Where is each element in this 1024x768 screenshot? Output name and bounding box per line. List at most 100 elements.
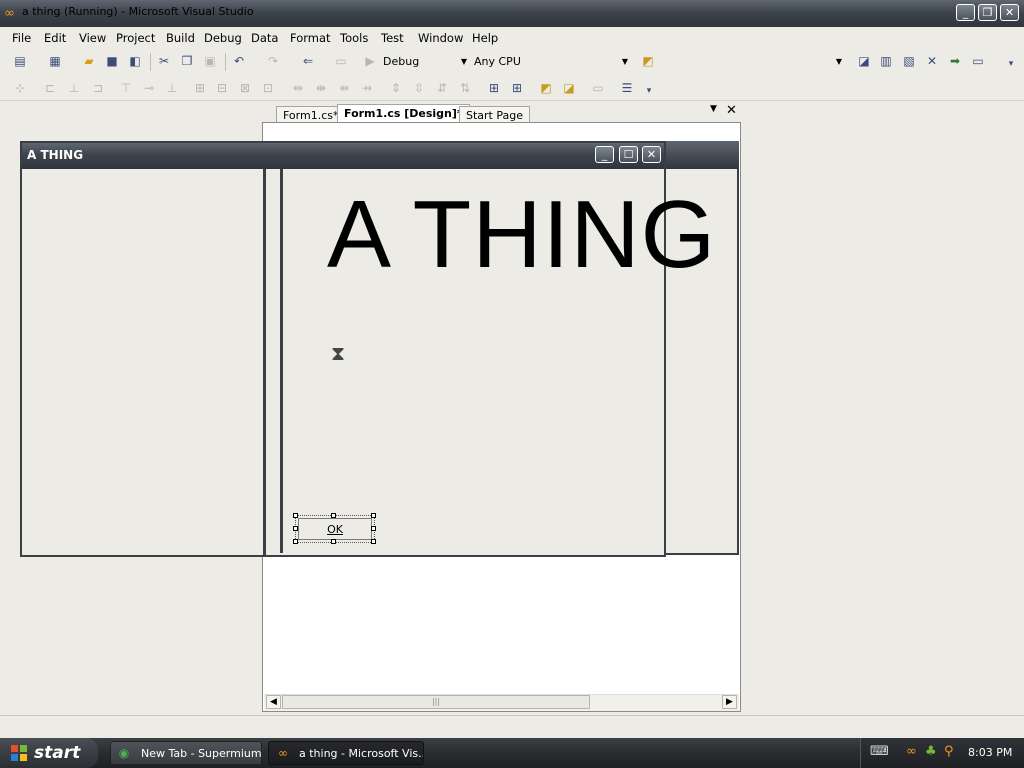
find-in-files-icon[interactable]: ◩ (640, 53, 656, 69)
decrease-h-spacing-icon[interactable]: ⇻ (336, 80, 352, 96)
cut-icon[interactable]: ✂ (156, 53, 172, 69)
align-middles-icon[interactable]: ⊸ (141, 80, 157, 96)
solution-explorer-icon[interactable]: ◪ (856, 53, 872, 69)
resize-handle[interactable] (331, 513, 336, 518)
resize-handle[interactable] (371, 513, 376, 518)
align-centers-icon[interactable]: ⊥ (66, 80, 82, 96)
navigate-forward-icon[interactable]: ▭ (333, 53, 349, 69)
taskbar-item-browser[interactable]: New Tab - Supermium (110, 741, 262, 765)
toolbar-overflow-icon[interactable]: ▾ (641, 83, 657, 99)
app-titlebar[interactable] (22, 143, 664, 169)
close-document-icon[interactable]: ✕ (726, 103, 737, 118)
center-vertically-icon[interactable]: ⊞ (509, 80, 525, 96)
undo-icon[interactable]: ↶ (231, 53, 247, 69)
app-close-button[interactable]: ✕ (642, 146, 661, 163)
find-combo[interactable]: ▼ (660, 53, 845, 70)
resize-handle[interactable] (293, 526, 298, 531)
search-icon[interactable]: ⚲ (944, 745, 954, 759)
menu-format[interactable]: Format (290, 31, 331, 45)
center-horizontally-icon[interactable]: ⊞ (486, 80, 502, 96)
keyboard-icon[interactable]: ⌨ (870, 745, 889, 759)
ok-button[interactable]: OK (298, 518, 372, 540)
copy-icon[interactable]: ❐ (179, 53, 195, 69)
scroll-right-icon[interactable]: ▶ (722, 695, 737, 709)
resize-handle[interactable] (293, 539, 298, 544)
open-folder-icon[interactable]: ▰ (81, 53, 97, 69)
make-same-size-icon[interactable]: ⊠ (237, 80, 253, 96)
menu-tools[interactable]: Tools (340, 31, 368, 45)
menu-file[interactable]: File (12, 31, 31, 45)
network-icon[interactable]: ♣ (925, 745, 937, 759)
menu-debug[interactable]: Debug (204, 31, 242, 45)
horizontal-spacing-icon[interactable]: ⇹ (290, 80, 306, 96)
clock[interactable]: 8:03 PM (968, 746, 1012, 759)
resize-handle[interactable] (371, 539, 376, 544)
size-to-grid-icon[interactable]: ⊡ (260, 80, 276, 96)
big-title-label[interactable]: A THING (327, 180, 716, 290)
decrease-v-spacing-icon[interactable]: ⇵ (434, 80, 450, 96)
close-button[interactable]: ✕ (1000, 4, 1019, 21)
increase-h-spacing-icon[interactable]: ⇼ (313, 80, 329, 96)
command-window-icon[interactable]: ▭ (970, 53, 986, 69)
app-maximize-button[interactable]: ☐ (619, 146, 638, 163)
menu-edit[interactable]: Edit (44, 31, 66, 45)
toolbox-icon[interactable]: ✕ (924, 53, 940, 69)
remove-h-spacing-icon[interactable]: ⇸ (359, 80, 375, 96)
solution-config-combo[interactable]: Debug ▼ (380, 53, 470, 70)
make-same-height-icon[interactable]: ⊟ (214, 80, 230, 96)
add-item-icon[interactable]: ▦ (47, 53, 63, 69)
taskbar-item-vs[interactable]: a thing - Microsoft Vis... (268, 741, 424, 765)
menu-help[interactable]: Help (472, 31, 498, 45)
tab-start-page[interactable]: Start Page (459, 106, 530, 123)
start-page-icon[interactable]: ➡ (947, 53, 963, 69)
status-bar (0, 715, 1024, 739)
menu-project[interactable]: Project (116, 31, 155, 45)
vertical-spacing-icon[interactable]: ⇕ (388, 80, 404, 96)
minimize-button[interactable]: _ (956, 4, 975, 21)
resize-handle[interactable] (371, 526, 376, 531)
toolbar-overflow-icon[interactable]: ▾ (1003, 56, 1019, 72)
bring-to-front-icon[interactable]: ◩ (538, 80, 554, 96)
properties-window-icon[interactable]: ▥ (878, 53, 894, 69)
toolbar-separator (225, 53, 226, 71)
app-minimize-button[interactable]: _ (595, 146, 614, 163)
menu-build[interactable]: Build (166, 31, 195, 45)
align-to-grid-icon[interactable]: ⊹ (12, 80, 28, 96)
restore-button[interactable]: ❐ (978, 4, 997, 21)
tab-list-dropdown-icon[interactable]: ▼ (710, 104, 717, 114)
redo-icon[interactable]: ↷ (265, 53, 281, 69)
save-icon[interactable]: ■ (104, 53, 120, 69)
align-tops-icon[interactable]: ⊤ (118, 80, 134, 96)
align-bottoms-icon[interactable]: ⊥ (164, 80, 180, 96)
scroll-thumb[interactable]: ||| (282, 695, 590, 709)
save-all-icon[interactable]: ◧ (127, 53, 143, 69)
vs-tray-icon[interactable]: ∞ (906, 745, 917, 759)
new-project-icon[interactable]: ▤ (12, 53, 28, 69)
paste-icon[interactable]: ▣ (202, 53, 218, 69)
tab-form1-code[interactable]: Form1.cs* (276, 106, 346, 123)
remove-v-spacing-icon[interactable]: ⇅ (457, 80, 473, 96)
hourglass-cursor-icon: ⧗ (331, 341, 346, 365)
chevron-down-icon: ▼ (621, 57, 628, 66)
align-rights-icon[interactable]: ⊐ (90, 80, 106, 96)
increase-v-spacing-icon[interactable]: ⇳ (411, 80, 427, 96)
tab-order-icon[interactable]: ☰ (619, 80, 635, 96)
scroll-left-icon[interactable]: ◀ (266, 695, 281, 709)
tab-form1-design[interactable]: Form1.cs [Design]* (337, 104, 470, 123)
menu-view[interactable]: View (79, 31, 106, 45)
toolbar-separator (150, 53, 151, 71)
navigate-backward-icon[interactable]: ⇐ (300, 53, 316, 69)
align-lefts-icon[interactable]: ⊏ (42, 80, 58, 96)
send-to-back-icon[interactable]: ◪ (561, 80, 577, 96)
menu-window[interactable]: Window (418, 31, 463, 45)
menu-test[interactable]: Test (381, 31, 404, 45)
resize-handle[interactable] (331, 539, 336, 544)
resize-handle[interactable] (293, 513, 298, 518)
lock-controls-icon[interactable]: ▭ (590, 80, 606, 96)
chevron-down-icon: ▼ (460, 57, 467, 66)
solution-platform-combo[interactable]: Any CPU ▼ (471, 53, 631, 70)
menu-data[interactable]: Data (251, 31, 278, 45)
make-same-width-icon[interactable]: ⊞ (192, 80, 208, 96)
start-debugging-icon[interactable]: ▶ (362, 53, 378, 69)
object-browser-icon[interactable]: ▧ (901, 53, 917, 69)
